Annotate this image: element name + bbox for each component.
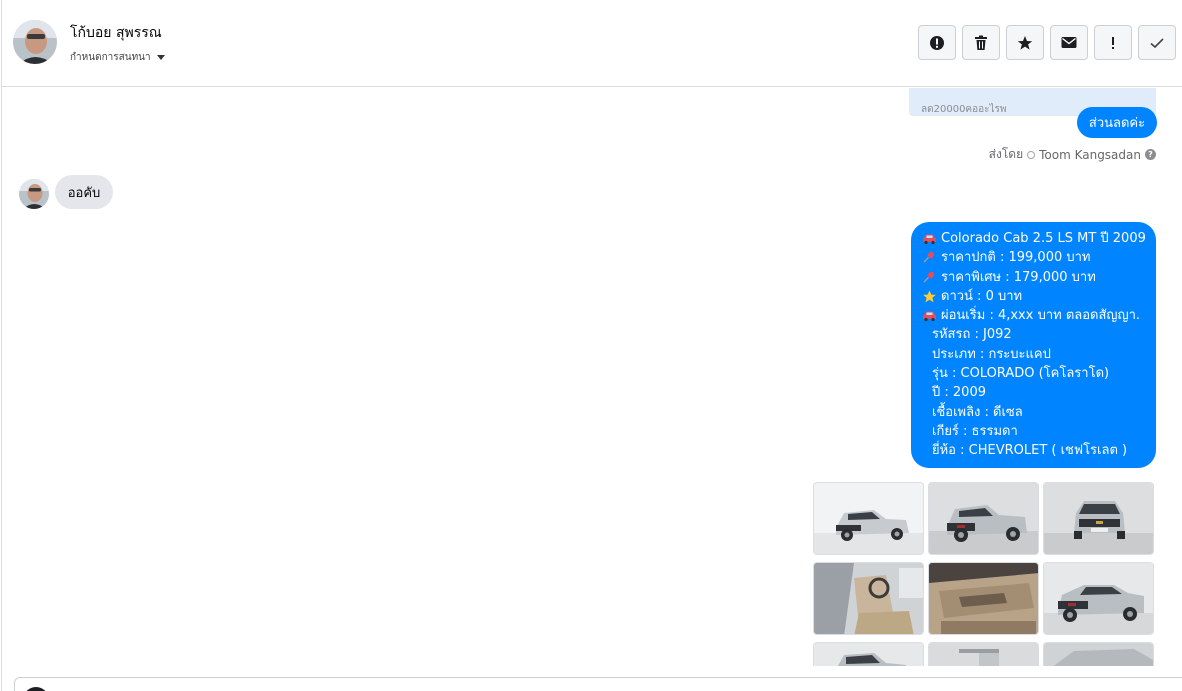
car-photo[interactable]	[928, 562, 1039, 635]
conversation-header: โก้บอย สุพรรณ กำหนดการสนทนา	[2, 0, 1182, 87]
car-emoji-icon	[923, 234, 936, 245]
contact-avatar-small[interactable]	[19, 179, 49, 209]
sent-by-name[interactable]: Toom Kangsadan	[1039, 148, 1141, 162]
mail-icon	[1061, 37, 1077, 48]
verified-icon	[1027, 150, 1036, 159]
car-photo[interactable]	[813, 562, 924, 635]
listing-line: ราคาปกติ : 199,000 บาท	[922, 248, 1146, 267]
important-button[interactable]	[1094, 25, 1132, 60]
help-icon[interactable]: ?	[1145, 149, 1156, 160]
inbox-conversation-panel: โก้บอย สุพรรณ กำหนดการสนทนา ลด20000คออะไ…	[1, 0, 1182, 691]
listing-line: ยี่ห้อ : CHEVROLET ( เชฟโรเลต )	[932, 443, 1128, 459]
message-composer[interactable]	[14, 677, 1182, 691]
listing-line: เชื้อเพลิง : ดีเซล	[932, 404, 1023, 420]
incoming-message-bubble[interactable]: ออคับ	[55, 175, 113, 209]
conversation-toolbar	[918, 25, 1176, 60]
check-icon	[1150, 37, 1164, 48]
car-listing-message[interactable]: Colorado Cab 2.5 LS MT ปี 2009 ราคาปกติ …	[911, 222, 1156, 468]
car-emoji-icon	[923, 311, 936, 322]
car-photo[interactable]	[813, 482, 924, 555]
done-button[interactable]	[1138, 25, 1176, 60]
star-button[interactable]	[1006, 25, 1044, 60]
listing-line: เกียร์ : ธรรมดา	[932, 423, 1018, 439]
delete-button[interactable]	[962, 25, 1000, 60]
car-photo[interactable]	[1043, 642, 1154, 666]
pushpin-emoji-icon	[923, 252, 935, 263]
message-thread[interactable]: ลด20000คออะไรพ ส่วนลดค่ะ ส่งโดย Toom Kan…	[2, 88, 1182, 666]
contact-name[interactable]: โก้บอย สุพรรณ	[70, 22, 162, 44]
listing-line: รหัสรถ : J092	[932, 327, 1012, 343]
listing-line: Colorado Cab 2.5 LS MT ปี 2009	[922, 229, 1146, 248]
car-photo[interactable]	[813, 642, 924, 666]
alert-circle-icon	[930, 35, 944, 50]
shared-post-text: ลด20000คออะไรพ	[921, 104, 1007, 115]
trash-icon	[975, 35, 987, 50]
conversation-settings-label: กำหนดการสนทนา	[70, 52, 151, 63]
star-icon	[1017, 35, 1033, 50]
car-photo[interactable]	[1043, 482, 1154, 555]
page-avatar	[23, 687, 49, 691]
mark-unread-button[interactable]	[1050, 25, 1088, 60]
sent-by-info: ส่งโดย Toom Kangsadan ?	[989, 145, 1156, 164]
caret-down-icon	[156, 55, 165, 60]
car-photo-gallery	[813, 482, 1154, 666]
listing-line: ราคาพิเศษ : 179,000 บาท	[922, 268, 1146, 287]
listing-line: รุ่น : COLORADO (โคโลราโด)	[932, 366, 1110, 382]
outgoing-message-bubble[interactable]: ส่วนลดค่ะ	[1077, 107, 1157, 138]
sent-by-label: ส่งโดย	[988, 147, 1024, 161]
star-emoji-icon	[923, 290, 936, 303]
listing-line: ดาวน์ : 0 บาท	[922, 287, 1146, 306]
conversation-settings-dropdown[interactable]: กำหนดการสนทนา	[70, 50, 165, 65]
car-photo[interactable]	[928, 642, 1039, 666]
car-photo[interactable]	[928, 482, 1039, 555]
listing-line: ปี : 2009	[932, 385, 986, 401]
spam-button[interactable]	[918, 25, 956, 60]
listing-line: ประเภท : กระบะแคป	[932, 346, 1051, 362]
exclamation-icon	[1112, 36, 1114, 49]
contact-avatar[interactable]	[13, 20, 57, 64]
pushpin-emoji-icon	[923, 271, 935, 283]
car-photo[interactable]	[1043, 562, 1154, 635]
listing-line: ผ่อนเริ่ม : 4,xxx บาท ตลอดสัญญา.	[922, 306, 1146, 325]
